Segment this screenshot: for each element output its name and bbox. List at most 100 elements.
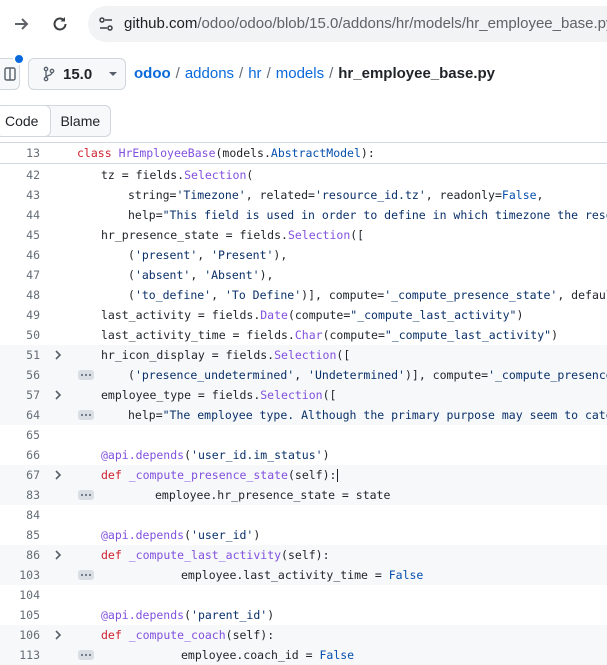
line-number[interactable]: 49 bbox=[0, 308, 40, 322]
breadcrumb-separator: / bbox=[329, 65, 334, 82]
breadcrumb-models[interactable]: models bbox=[276, 65, 324, 82]
breadcrumb-addons[interactable]: addons bbox=[185, 65, 234, 82]
line-number[interactable]: 50 bbox=[0, 328, 40, 342]
code-line: 104 bbox=[0, 585, 607, 605]
code-line: 103 employee.last_activity_time = False bbox=[0, 565, 607, 585]
line-number[interactable]: 65 bbox=[0, 428, 40, 442]
line-number[interactable]: 51 bbox=[0, 348, 40, 362]
line-number[interactable]: 86 bbox=[0, 548, 40, 562]
code-line: 43 string='Timezone', related='resource_… bbox=[0, 185, 607, 205]
line-number[interactable]: 84 bbox=[0, 508, 40, 522]
breadcrumb-hr[interactable]: hr bbox=[248, 65, 261, 82]
line-number[interactable]: 64 bbox=[0, 408, 40, 422]
ellipsis-icon[interactable] bbox=[76, 487, 96, 503]
code-text: employee.hr_presence_state = state bbox=[155, 488, 391, 502]
url-text[interactable]: github.com/odoo/odoo/blob/15.0/addons/hr… bbox=[124, 15, 607, 32]
line-number[interactable]: 104 bbox=[0, 588, 40, 602]
code-text: def _compute_last_activity(self): bbox=[101, 548, 330, 562]
expand-chevron-icon[interactable] bbox=[48, 627, 68, 643]
ellipsis-icon[interactable] bbox=[76, 407, 96, 423]
caret-down-icon bbox=[109, 72, 118, 76]
code-text: ('presence_undetermined', 'Undetermined'… bbox=[128, 368, 607, 382]
line-number[interactable]: 56 bbox=[0, 368, 40, 382]
line-number[interactable]: 57 bbox=[0, 388, 40, 402]
code-view: 13 class HrEmployeeBase(models.AbstractM… bbox=[0, 142, 607, 665]
ellipsis-icon[interactable] bbox=[76, 647, 96, 663]
code-text: @api.depends('parent_id') bbox=[101, 608, 275, 622]
code-text: ('present', 'Present'), bbox=[128, 248, 288, 262]
folded-code-line: 106 def _compute_coach(self): bbox=[0, 625, 607, 645]
code-text: tz = fields.Selection( bbox=[101, 168, 254, 182]
line-number[interactable]: 13 bbox=[0, 146, 40, 160]
sidebar-toggle-button[interactable] bbox=[0, 53, 25, 90]
code-text: @api.depends('user_id') bbox=[101, 528, 261, 542]
site-settings-icon[interactable] bbox=[98, 16, 114, 32]
breadcrumb-separator: / bbox=[266, 65, 271, 82]
code-line: 42 tz = fields.Selection( bbox=[0, 165, 607, 185]
line-number[interactable]: 44 bbox=[0, 208, 40, 222]
line-number[interactable]: 47 bbox=[0, 268, 40, 282]
code-text: def _compute_coach(self): bbox=[101, 628, 275, 642]
ellipsis-icon[interactable] bbox=[76, 367, 96, 383]
sticky-class-header[interactable]: 13 class HrEmployeeBase(models.AbstractM… bbox=[0, 143, 607, 164]
code-line: 64 help="The employee type. Although the… bbox=[0, 405, 607, 425]
line-number[interactable]: 85 bbox=[0, 528, 40, 542]
code-text: ('absent', 'Absent'), bbox=[128, 268, 274, 282]
code-line: 66 @api.depends('user_id.im_status') bbox=[0, 445, 607, 465]
breadcrumb-repo[interactable]: odoo bbox=[134, 65, 171, 82]
branch-select-button[interactable]: 15.0 bbox=[28, 58, 126, 90]
line-number[interactable]: 42 bbox=[0, 168, 40, 182]
code-line: 48 ('to_define', 'To Define')], compute=… bbox=[0, 285, 607, 305]
code-line: 105 @api.depends('parent_id') bbox=[0, 605, 607, 625]
breadcrumb-file: hr_employee_base.py bbox=[338, 65, 496, 82]
breadcrumb-separator: / bbox=[175, 65, 180, 82]
line-number[interactable]: 46 bbox=[0, 248, 40, 262]
code-text: last_activity = fields.Date(compute="_co… bbox=[101, 308, 524, 322]
forward-arrow-icon[interactable] bbox=[10, 12, 34, 36]
code-line: 83 employee.hr_presence_state = state bbox=[0, 485, 607, 505]
line-number[interactable]: 48 bbox=[0, 288, 40, 302]
tab-blame[interactable]: Blame bbox=[50, 106, 110, 136]
folded-code-line: 57 employee_type = fields.Selection([ bbox=[0, 385, 607, 405]
code-text: employee.last_activity_time = False bbox=[181, 568, 424, 582]
ellipsis-icon[interactable] bbox=[76, 567, 96, 583]
code-text: hr_icon_display = fields.Selection([ bbox=[101, 348, 351, 362]
line-number[interactable]: 83 bbox=[0, 488, 40, 502]
code-line: 45 hr_presence_state = fields.Selection(… bbox=[0, 225, 607, 245]
line-number[interactable]: 113 bbox=[0, 648, 40, 662]
code-line: 47 ('absent', 'Absent'), bbox=[0, 265, 607, 285]
breadcrumb: odoo / addons / hr / models / hr_employee_base.p… bbox=[134, 65, 495, 82]
expand-chevron-icon[interactable] bbox=[48, 547, 68, 563]
tab-code[interactable]: Code bbox=[0, 105, 52, 137]
address-bar[interactable]: github.com/odoo/odoo/blob/15.0/addons/hr… bbox=[88, 6, 607, 42]
folded-code-line: 86 def _compute_last_activity(self): bbox=[0, 545, 607, 565]
code-text: hr_presence_state = fields.Selection([ bbox=[101, 228, 365, 242]
expand-chevron-icon[interactable] bbox=[48, 347, 68, 363]
url-path: /odoo/odoo/blob/15.0/addons/hr/models/hr… bbox=[197, 15, 607, 32]
line-number[interactable]: 103 bbox=[0, 568, 40, 582]
text-cursor bbox=[337, 469, 339, 482]
code-line: 84 bbox=[0, 505, 607, 525]
branch-label: 15.0 bbox=[63, 65, 93, 83]
code-line: 65 bbox=[0, 425, 607, 445]
expand-chevron-icon[interactable] bbox=[48, 387, 68, 403]
code-text: class HrEmployeeBase(models.AbstractMode… bbox=[77, 146, 375, 160]
folded-code-line: 51 hr_icon_display = fields.Selection([ bbox=[0, 345, 607, 365]
code-text: employee.coach_id = False bbox=[181, 648, 355, 662]
code-line: 50 last_activity_time = fields.Char(comp… bbox=[0, 325, 607, 345]
code-text: ('to_define', 'To Define')], compute='_c… bbox=[128, 288, 607, 302]
expand-chevron-icon[interactable] bbox=[48, 467, 68, 483]
line-number[interactable]: 66 bbox=[0, 448, 40, 462]
line-number[interactable]: 43 bbox=[0, 188, 40, 202]
code-text: help="The employee type. Although the pr… bbox=[128, 408, 607, 422]
line-number[interactable]: 45 bbox=[0, 228, 40, 242]
breadcrumb-separator: / bbox=[239, 65, 244, 82]
code-text: string='Timezone', related='resource_id.… bbox=[128, 188, 544, 202]
line-number[interactable]: 106 bbox=[0, 628, 40, 642]
line-number[interactable]: 105 bbox=[0, 608, 40, 622]
reload-icon[interactable] bbox=[48, 12, 72, 36]
code-line: 49 last_activity = fields.Date(compute="… bbox=[0, 305, 607, 325]
line-number[interactable]: 67 bbox=[0, 468, 40, 482]
code-line: 46 ('present', 'Present'), bbox=[0, 245, 607, 265]
notification-dot bbox=[13, 53, 25, 65]
